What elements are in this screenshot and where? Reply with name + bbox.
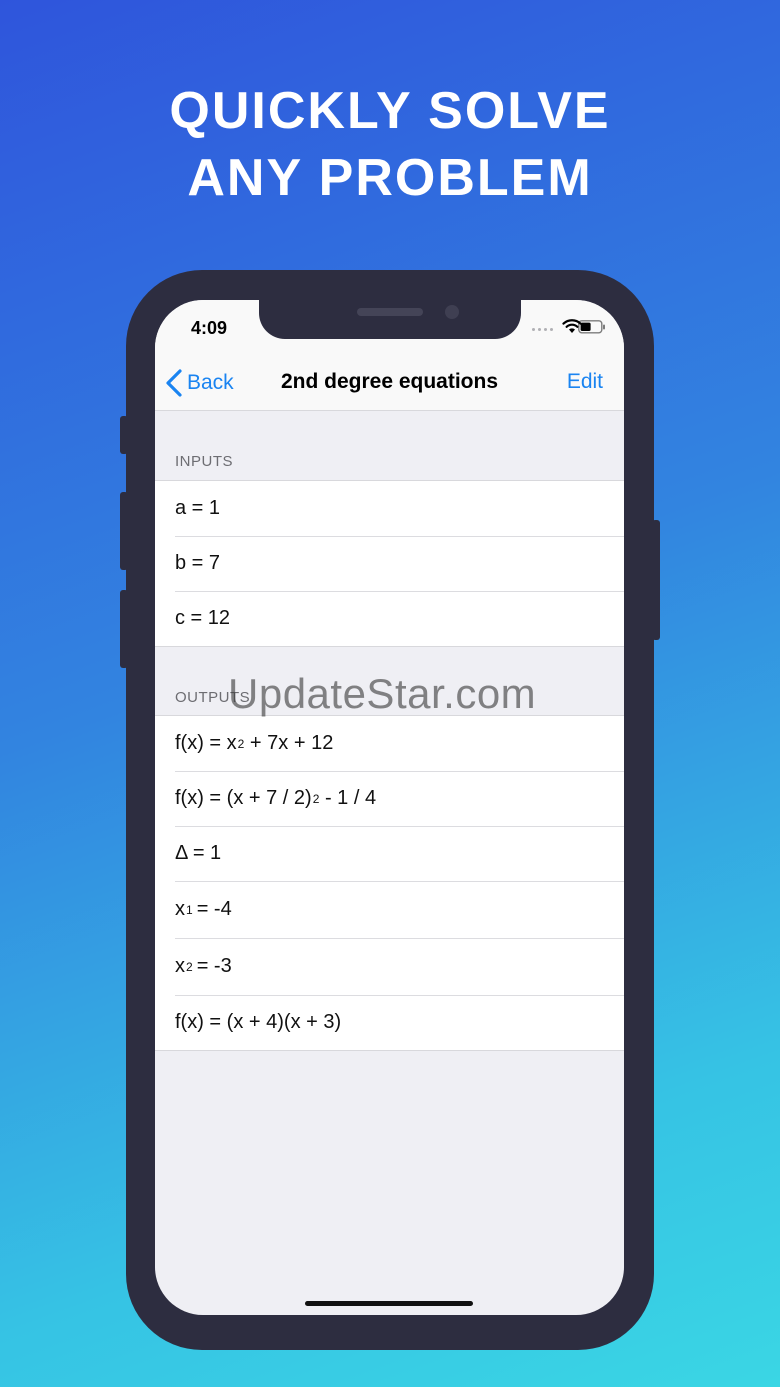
output-row-factored-form: f(x) = (x + 4)(x + 3) [155,995,624,1050]
output-row-root-x1: x 1 = -4 [155,881,624,938]
headline-line-1: QUICKLY SOLVE [169,82,611,140]
expanded-form-part-1: f(x) = x [175,732,237,754]
root-x1-subscript: 1 [186,902,193,917]
front-camera [445,305,459,319]
root-x2-value: = -3 [196,955,232,977]
outputs-section-header: OUTPUTS [175,689,251,706]
canonical-form-part-2: - 1 / 4 [319,787,377,809]
cellular-signal-icon [532,328,556,334]
outputs-group: f(x) = x2 + 7x + 12 f(x) = (x + 7 / 2) 2 … [155,715,624,1051]
output-row-canonical-form: f(x) = (x + 7 / 2) 2 - 1 / 4 [155,771,624,826]
chevron-left-icon [166,369,182,397]
inputs-group: a = 1 b = 7 c = 12 [155,480,624,647]
output-row-root-x2: x 2 = -3 [155,938,624,995]
canonical-form-exponent: 2 [312,791,320,806]
status-time: 4:09 [191,318,228,338]
phone-notch [259,300,521,339]
root-x1-var: x [175,898,185,920]
root-x1-value: = -4 [196,898,232,920]
input-row-a[interactable]: a = 1 [155,481,624,536]
speaker-grille [357,308,423,316]
output-row-discriminant: Δ = 1 [155,826,624,881]
edit-button[interactable]: Edit [567,370,603,394]
root-x2-subscript: 2 [186,959,193,974]
headline: QUICKLY SOLVE ANY PROBLEM [0,78,780,212]
canonical-form-part-1: f(x) = (x + 7 / 2) [175,787,312,809]
input-row-b[interactable]: b = 7 [155,536,624,591]
back-button[interactable]: Back [165,368,234,398]
input-row-c[interactable]: c = 12 [155,591,624,646]
output-row-expanded-form: f(x) = x2 + 7x + 12 [155,716,624,771]
back-button-label: Back [187,371,234,394]
expanded-form-exponent: 2 [237,736,245,751]
headline-line-2: ANY PROBLEM [187,149,593,207]
inputs-section-header: INPUTS [175,453,234,470]
battery-icon [578,320,605,334]
root-x2-var: x [175,955,185,977]
expanded-form-part-2: + 7x + 12 [244,732,334,754]
phone-screen: 4:09 Back 2nd degree equations Edit INPU… [155,300,624,1315]
home-indicator[interactable] [305,1301,473,1306]
